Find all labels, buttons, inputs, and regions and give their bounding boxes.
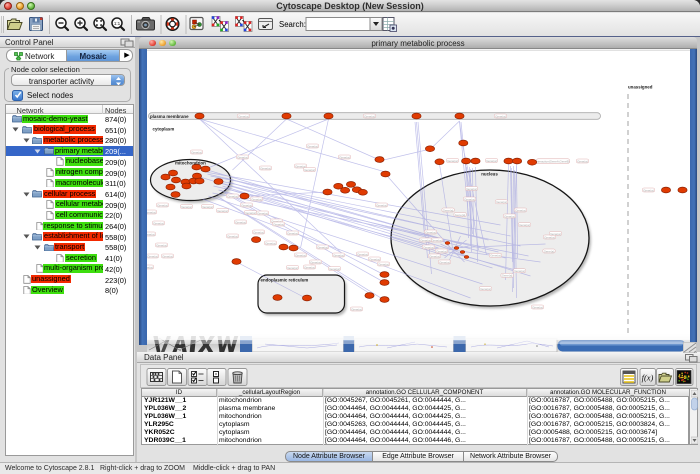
svg-text:Gene(a): Gene(a) (429, 254, 440, 258)
svg-text:endoplasmic reticulum: endoplasmic reticulum (260, 278, 308, 283)
svg-text:Gene(a): Gene(a) (245, 211, 256, 215)
svg-text:Gene(a): Gene(a) (514, 269, 525, 273)
svg-text:Gene(a): Gene(a) (515, 208, 526, 212)
svg-text:Gene(a): Gene(a) (420, 238, 431, 242)
svg-text:Gene(a): Gene(a) (431, 238, 442, 242)
svg-text:Gene(a): Gene(a) (543, 249, 554, 253)
svg-text:nucleus: nucleus (481, 172, 498, 177)
svg-text:Gene(a): Gene(a) (235, 220, 246, 224)
svg-text:interaction(GeneA,GeneB): interaction(GeneA,GeneB) (535, 159, 569, 163)
svg-text:Gene(a): Gene(a) (423, 245, 434, 249)
svg-text:Gene(a): Gene(a) (238, 114, 249, 118)
svg-text:Gene(a): Gene(a) (357, 252, 368, 256)
svg-text:Gene(a): Gene(a) (454, 213, 465, 217)
svg-text:cytoplasm: cytoplasm (152, 127, 174, 132)
svg-text:Gene(a): Gene(a) (257, 211, 268, 215)
svg-text:Gene(a): Gene(a) (156, 243, 167, 247)
svg-text:Gene(a): Gene(a) (191, 150, 202, 154)
svg-text:Gene(a): Gene(a) (442, 208, 453, 212)
svg-text:Gene(a): Gene(a) (287, 266, 298, 270)
svg-text:Gene(a): Gene(a) (486, 159, 497, 163)
svg-text:Gene(a): Gene(a) (643, 188, 654, 192)
svg-text:Gene(a): Gene(a) (376, 203, 387, 207)
svg-text:Gene(a): Gene(a) (351, 307, 362, 311)
svg-text:Gene(a): Gene(a) (287, 231, 298, 235)
svg-text:Gene(a): Gene(a) (532, 305, 543, 309)
svg-text:Gene(a): Gene(a) (495, 114, 506, 118)
svg-text:Gene(a): Gene(a) (251, 197, 262, 201)
svg-text:Gene(a): Gene(a) (304, 168, 315, 172)
svg-text:Gene(a): Gene(a) (436, 249, 447, 253)
svg-text:Gene(a): Gene(a) (153, 221, 164, 225)
svg-text:Gene(a): Gene(a) (217, 209, 228, 213)
svg-text:Gene(a): Gene(a) (157, 203, 168, 207)
svg-text:Gene(a): Gene(a) (310, 260, 321, 264)
svg-text:mitochondrion: mitochondrion (175, 161, 206, 166)
svg-text:unassigned: unassigned (628, 85, 653, 90)
svg-text:Gene(a): Gene(a) (378, 262, 389, 266)
svg-text:Gene(a): Gene(a) (265, 241, 276, 245)
svg-text:Gene(a): Gene(a) (333, 253, 344, 257)
svg-text:Gene(a): Gene(a) (480, 287, 491, 291)
svg-text:Gene(a): Gene(a) (202, 205, 213, 209)
svg-text:Gene(a): Gene(a) (425, 230, 436, 234)
svg-text:Gene(a): Gene(a) (329, 267, 340, 271)
svg-text:Gene(a): Gene(a) (496, 200, 507, 204)
svg-text:Gene(a): Gene(a) (307, 144, 318, 148)
svg-text:Gene(a): Gene(a) (577, 159, 588, 163)
svg-text:Gene(a): Gene(a) (339, 155, 350, 159)
svg-text:Gene(a): Gene(a) (147, 265, 153, 269)
svg-text:Gene(a): Gene(a) (369, 257, 380, 261)
svg-text:Gene(a): Gene(a) (253, 230, 264, 234)
svg-text:f(x): f(x) (642, 373, 654, 383)
svg-text:Gene(a): Gene(a) (490, 254, 501, 258)
svg-text:Gene(a): Gene(a) (241, 203, 252, 207)
svg-text:Gene(a): Gene(a) (501, 274, 512, 278)
svg-text:Search:: Search: (279, 20, 306, 29)
svg-text:Gene(a): Gene(a) (147, 254, 158, 258)
svg-text:Gene(a): Gene(a) (162, 254, 173, 258)
svg-text:Gene(a): Gene(a) (364, 114, 375, 118)
svg-text:Gene(a): Gene(a) (227, 194, 238, 198)
svg-text:Gene(a): Gene(a) (304, 265, 315, 269)
svg-text:1:1: 1:1 (114, 21, 121, 26)
svg-text:Gene(a): Gene(a) (295, 253, 306, 257)
svg-text:Gene(a): Gene(a) (466, 187, 477, 191)
svg-text:Gene(a): Gene(a) (544, 235, 555, 239)
svg-text:Gene(a): Gene(a) (181, 205, 192, 209)
svg-text:Gene(a): Gene(a) (464, 197, 475, 201)
svg-text:Gene(a): Gene(a) (147, 232, 155, 236)
svg-text:Gene(a): Gene(a) (147, 210, 156, 214)
svg-text:Gene(a): Gene(a) (439, 260, 450, 264)
svg-text:Gene(a): Gene(a) (519, 223, 530, 227)
svg-text:Gene(a): Gene(a) (260, 166, 271, 170)
svg-text:Gene(a): Gene(a) (447, 159, 458, 163)
svg-text:Gene(a): Gene(a) (227, 234, 238, 238)
svg-text:Gene(a): Gene(a) (317, 245, 328, 249)
svg-text:Gene(a): Gene(a) (504, 214, 515, 218)
svg-text:Gene(a): Gene(a) (273, 222, 284, 226)
svg-text:Gene(a): Gene(a) (237, 155, 248, 159)
svg-text:plasma membrane: plasma membrane (150, 114, 189, 119)
svg-text:Gene(a): Gene(a) (550, 232, 561, 236)
